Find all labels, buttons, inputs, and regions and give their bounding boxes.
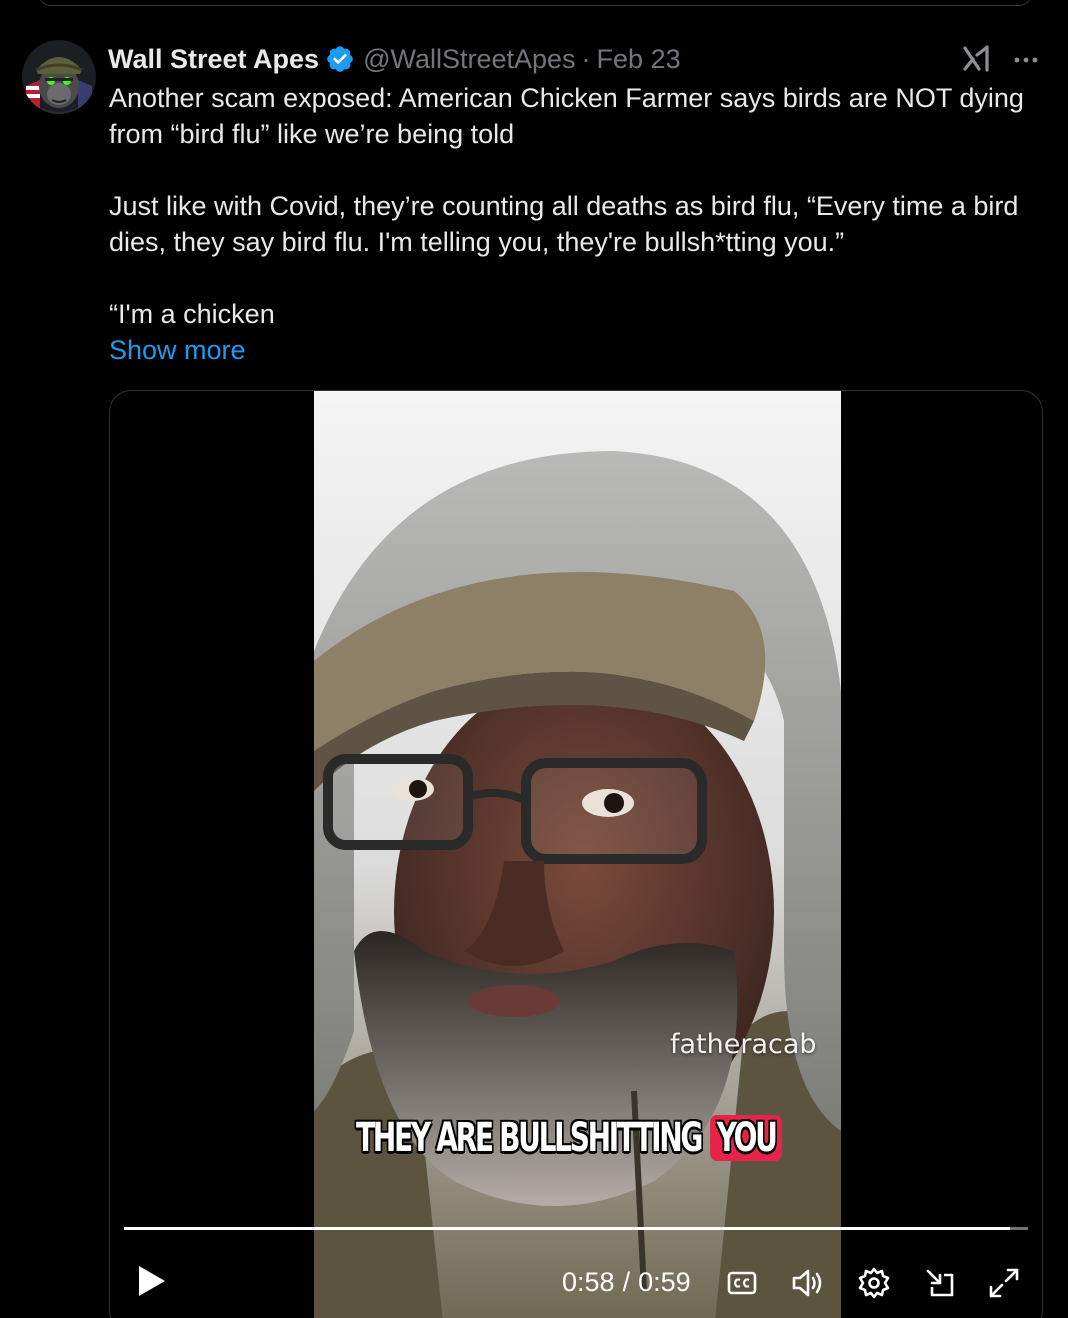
time-separator: / <box>622 1266 631 1297</box>
ape-soldier-avatar-icon <box>22 40 96 114</box>
video-progress-fill <box>124 1227 1010 1230</box>
previous-post-card <box>38 0 1032 6</box>
author-name[interactable]: Wall Street Apes <box>108 44 319 75</box>
tweet-paragraph-1: Another scam exposed: American Chicken F… <box>109 83 1024 149</box>
tweet-paragraph-2: Just like with Covid, they’re counting a… <box>109 191 1019 257</box>
video-frame[interactable] <box>314 391 841 1318</box>
volume-icon[interactable] <box>790 1265 826 1301</box>
video-watermark: fatheracab <box>670 1029 817 1060</box>
post-date[interactable]: Feb 23 <box>597 44 681 75</box>
verified-badge-icon[interactable] <box>325 44 355 74</box>
duration: 0:59 <box>638 1266 691 1297</box>
caption-text: THEY ARE BULLSHITTING <box>356 1115 703 1161</box>
tweet-page: Wall Street Apes @WallStreetApes · Feb 2… <box>0 0 1068 1318</box>
tweet-paragraph-3: “I'm a chicken <box>109 299 275 329</box>
current-time: 0:58 <box>562 1266 615 1297</box>
more-icon[interactable] <box>1010 44 1042 76</box>
grok-icon[interactable] <box>960 42 994 76</box>
video-time: 0:58 / 0:59 <box>562 1265 691 1299</box>
separator-dot: · <box>581 43 591 74</box>
video-still-image <box>314 391 841 1318</box>
caption-highlight: YOU <box>710 1115 782 1161</box>
author-avatar[interactable] <box>22 40 96 114</box>
fullscreen-icon[interactable] <box>986 1265 1022 1301</box>
video-caption: THEY ARE BULLSHITTING YOU <box>356 1107 782 1169</box>
author-handle[interactable]: @WallStreetApes <box>363 44 575 75</box>
captions-icon[interactable] <box>724 1265 760 1301</box>
play-icon[interactable] <box>130 1261 170 1301</box>
video-progress-bar[interactable] <box>124 1227 1028 1230</box>
tweet-text: Another scam exposed: American Chicken F… <box>109 80 1049 332</box>
settings-icon[interactable] <box>856 1265 892 1301</box>
tweet-header: Wall Street Apes @WallStreetApes · Feb 2… <box>108 40 681 78</box>
minimize-icon[interactable] <box>922 1265 958 1301</box>
show-more-link[interactable]: Show more <box>109 332 246 368</box>
video-player[interactable]: fatheracab THEY ARE BULLSHITTING YOU 0:5… <box>109 390 1043 1318</box>
